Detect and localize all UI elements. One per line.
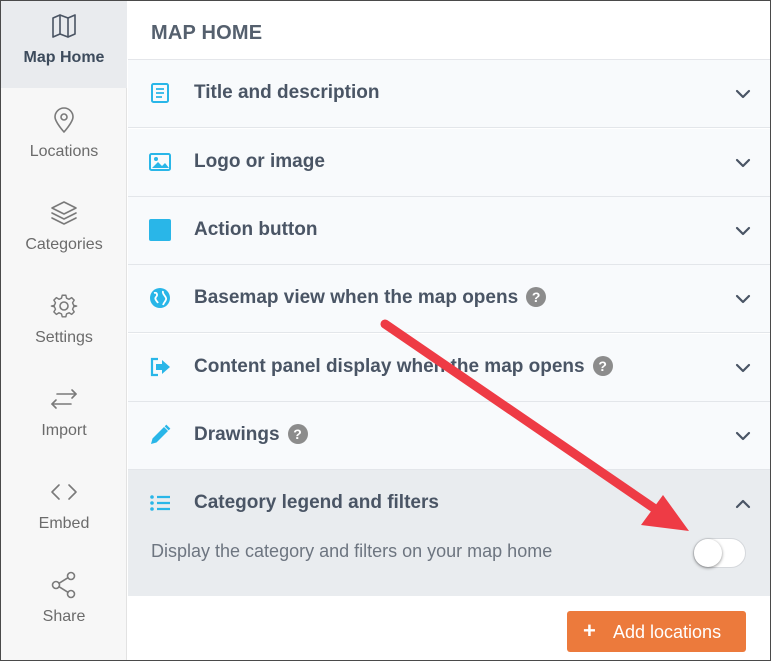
page-title: MAP HOME bbox=[151, 22, 263, 44]
code-icon bbox=[49, 477, 79, 507]
arrows-left-right-icon bbox=[49, 384, 79, 414]
pencil-icon bbox=[149, 424, 171, 446]
section-category-legend-and-filters[interactable]: Category legend and filters Display the … bbox=[128, 470, 770, 596]
sidebar-item-label: Settings bbox=[35, 329, 93, 346]
list-icon bbox=[149, 492, 171, 514]
map-icon bbox=[49, 11, 79, 41]
globe-icon bbox=[149, 287, 171, 309]
chevron-down-icon[interactable] bbox=[735, 291, 751, 307]
sidebar-item-share[interactable]: Share bbox=[1, 560, 127, 653]
layers-icon bbox=[49, 198, 79, 228]
sidebar-item-embed[interactable]: Embed bbox=[1, 467, 127, 560]
section-label: Title and description bbox=[194, 82, 380, 103]
section-logo-or-image[interactable]: Logo or image bbox=[128, 129, 770, 197]
sidebar: Map Home Locations Categories Settings I… bbox=[1, 1, 127, 660]
add-locations-label: Add locations bbox=[613, 622, 722, 642]
section-label: Content panel display when the map opens… bbox=[194, 356, 613, 378]
sidebar-item-settings[interactable]: Settings bbox=[1, 281, 127, 374]
help-icon[interactable]: ? bbox=[287, 424, 308, 444]
toggle-knob bbox=[694, 539, 722, 567]
section-label: Category legend and filters bbox=[194, 492, 439, 513]
square-icon bbox=[149, 219, 171, 241]
add-locations-button[interactable]: + Add locations bbox=[567, 611, 746, 652]
sidebar-item-label: Share bbox=[42, 608, 86, 625]
panel-enter-icon bbox=[149, 356, 171, 378]
sidebar-item-categories[interactable]: Categories bbox=[1, 188, 127, 281]
sidebar-item-map-home[interactable]: Map Home bbox=[1, 1, 127, 88]
sidebar-item-label: Categories bbox=[25, 236, 103, 253]
chevron-down-icon[interactable] bbox=[735, 428, 751, 444]
app-window: Map Home Locations Categories Settings I… bbox=[0, 0, 771, 661]
section-basemap-view[interactable]: Basemap view when the map opens? bbox=[128, 265, 770, 333]
image-icon bbox=[149, 151, 171, 173]
help-icon[interactable]: ? bbox=[592, 356, 613, 376]
section-action-button[interactable]: Action button bbox=[128, 197, 770, 265]
section-label: Action button bbox=[194, 219, 318, 240]
category-legend-toggle[interactable] bbox=[693, 538, 746, 568]
document-icon bbox=[149, 82, 171, 104]
sidebar-item-label: Locations bbox=[29, 143, 99, 160]
section-title-and-description[interactable]: Title and description bbox=[128, 60, 770, 128]
sidebar-item-import[interactable]: Import bbox=[1, 374, 127, 467]
chevron-up-icon[interactable] bbox=[735, 496, 751, 512]
gear-icon bbox=[49, 291, 79, 321]
sidebar-item-label: Map Home bbox=[23, 49, 105, 66]
chevron-down-icon[interactable] bbox=[735, 155, 751, 171]
sidebar-item-label: Embed bbox=[38, 515, 90, 532]
chevron-down-icon[interactable] bbox=[735, 223, 751, 239]
section-label: Logo or image bbox=[194, 151, 325, 172]
share-icon bbox=[49, 570, 79, 600]
section-drawings[interactable]: Drawings? bbox=[128, 402, 770, 470]
help-icon[interactable]: ? bbox=[526, 287, 547, 307]
section-description: Display the category and filters on your… bbox=[151, 541, 553, 561]
sidebar-item-label: Import bbox=[41, 422, 87, 439]
section-label: Basemap view when the map opens? bbox=[194, 287, 547, 309]
section-label: Drawings? bbox=[194, 424, 308, 446]
plus-icon: + bbox=[583, 618, 596, 643]
sidebar-item-locations[interactable]: Locations bbox=[1, 95, 127, 188]
main-panel: MAP HOME Title and description Logo or i… bbox=[128, 1, 770, 660]
section-content-panel-display[interactable]: Content panel display when the map opens… bbox=[128, 334, 770, 402]
chevron-down-icon[interactable] bbox=[735, 360, 751, 376]
location-pin-icon bbox=[49, 105, 79, 135]
chevron-down-icon[interactable] bbox=[735, 86, 751, 102]
